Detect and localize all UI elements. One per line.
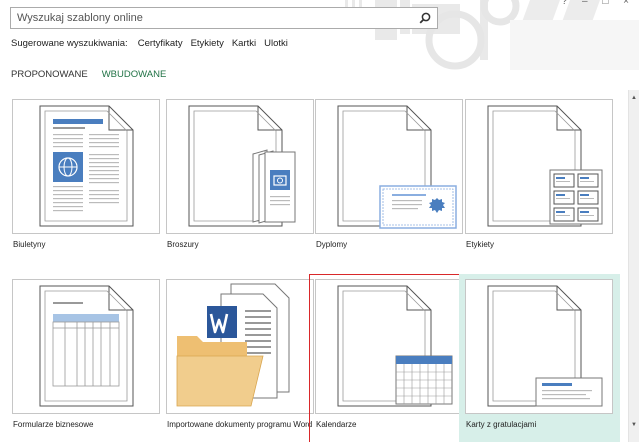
suggested-link-cards[interactable]: Kartki: [232, 38, 256, 49]
tab-built-in[interactable]: WBUDOWANE: [102, 69, 167, 80]
template-thumbnail: [12, 99, 160, 234]
diploma-icon: [337, 105, 457, 229]
calendar-icon: [337, 285, 453, 407]
scroll-up-arrow-icon[interactable]: ▲: [629, 92, 639, 103]
template-label: Etykiety: [466, 240, 495, 249]
template-label: Karty z gratulacjami: [466, 420, 537, 429]
template-tile-calendars[interactable]: Kalendarze: [309, 274, 463, 442]
suggested-label: Sugerowane wyszukiwania:: [11, 38, 128, 49]
search-box: [10, 7, 438, 29]
template-tile-greeting-cards[interactable]: Karty z gratulacjami: [459, 274, 620, 442]
labels-icon: [487, 105, 603, 227]
word-folder-icon: [176, 283, 290, 407]
template-label: Dyplomy: [316, 240, 348, 249]
template-tile-imported-word-documents[interactable]: Importowane dokumenty programu Word: [166, 279, 314, 442]
template-thumbnail: [315, 279, 463, 414]
template-thumbnail: [465, 279, 613, 414]
search-button[interactable]: [413, 8, 437, 28]
search-icon: [419, 12, 431, 24]
template-thumbnail: [12, 279, 160, 414]
template-tile-brochures[interactable]: Broszury: [166, 99, 314, 264]
template-label: Kalendarze: [316, 420, 357, 429]
window-controls[interactable]: ? ‒ □ ×: [562, 0, 635, 7]
template-tile-business-forms[interactable]: Formularze biznesowe: [12, 279, 160, 442]
template-tile-labels[interactable]: Etykiety: [465, 99, 613, 264]
template-label: Broszury: [167, 240, 199, 249]
template-tile-diplomas[interactable]: Dyplomy: [315, 99, 463, 264]
brochure-icon: [188, 105, 296, 227]
template-tabs: PROPONOWANE WBUDOWANE: [11, 69, 166, 80]
suggested-link-flyers[interactable]: Ulotki: [264, 38, 288, 49]
template-thumbnail: [465, 99, 613, 234]
scroll-down-arrow-icon[interactable]: ▼: [629, 419, 639, 430]
vertical-scrollbar[interactable]: ▲ ▼: [628, 90, 639, 442]
template-thumbnail: [166, 279, 314, 414]
suggested-link-certificates[interactable]: Certyfikaty: [138, 38, 183, 49]
newsletter-icon: [39, 105, 134, 227]
business-form-icon: [39, 285, 134, 407]
template-tile-newsletters[interactable]: Biuletyny: [12, 99, 160, 264]
tab-featured[interactable]: PROPONOWANE: [11, 69, 88, 80]
template-label: Importowane dokumenty programu Word: [167, 420, 313, 429]
template-label: Biuletyny: [13, 240, 46, 249]
greeting-card-icon: [487, 285, 603, 407]
search-input[interactable]: [11, 8, 411, 28]
suggested-link-labels[interactable]: Etykiety: [191, 38, 224, 49]
suggested-searches: Sugerowane wyszukiwania: Certyfikaty Ety…: [11, 38, 288, 49]
template-label: Formularze biznesowe: [13, 420, 94, 429]
template-thumbnail: [315, 99, 463, 234]
template-thumbnail: [166, 99, 314, 234]
